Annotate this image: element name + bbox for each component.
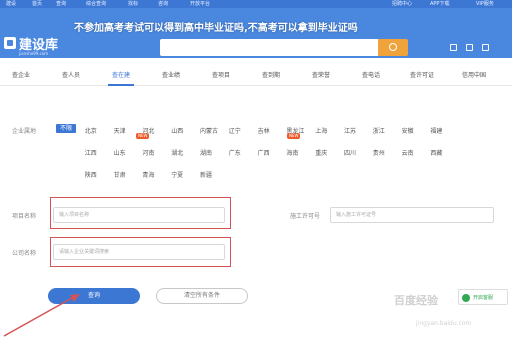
- region-option[interactable]: 陕西: [85, 170, 97, 179]
- chat-icon: [462, 294, 470, 302]
- region-option[interactable]: 四川: [344, 148, 356, 157]
- region-option[interactable]: 广西: [258, 148, 270, 157]
- nav-item[interactable]: 查企业: [12, 70, 30, 79]
- nav-item[interactable]: 查许可证: [410, 70, 434, 79]
- region-option[interactable]: 湖南: [200, 148, 212, 157]
- region-option[interactable]: 黑龙江: [286, 126, 304, 135]
- util-link[interactable]: 咨询: [158, 0, 168, 8]
- util-link[interactable]: 建设: [6, 0, 16, 8]
- util-link[interactable]: 招聘中心: [392, 0, 412, 8]
- site-logo-sub: jianshe99.com: [19, 51, 49, 56]
- nav-item[interactable]: 查人员: [62, 70, 80, 79]
- region-option[interactable]: 江西: [85, 148, 97, 157]
- main-nav: 查企业 查人员 查在建 NEW 查业绩 查项目 查到期 NEW 查荣誉 查电话 …: [0, 66, 512, 139]
- region-option[interactable]: 贵州: [373, 148, 385, 157]
- message-icon[interactable]: [466, 44, 473, 51]
- support-label: 开启客服: [473, 295, 494, 301]
- nav-item[interactable]: 查项目: [212, 70, 230, 79]
- region-option[interactable]: 河北: [142, 126, 154, 135]
- nav-item[interactable]: 查到期: [262, 70, 280, 79]
- permit-label: 施工许可号: [290, 213, 321, 220]
- region-option[interactable]: 辽宁: [229, 126, 241, 135]
- search-button[interactable]: [378, 39, 408, 56]
- user-icon[interactable]: [450, 44, 457, 51]
- region-option[interactable]: 天津: [114, 126, 126, 135]
- region-option[interactable]: 青海: [142, 170, 154, 179]
- nav-item[interactable]: 查电话: [362, 70, 380, 79]
- region-option[interactable]: 宁夏: [171, 170, 183, 179]
- util-link[interactable]: 首页: [32, 0, 42, 8]
- watermark: 百度经验: [394, 294, 438, 307]
- region-option[interactable]: 安徽: [402, 126, 414, 135]
- reset-button[interactable]: 清空所有条件: [156, 288, 248, 304]
- highlight-box: [50, 237, 231, 267]
- project-name-label: 项目名称: [12, 213, 37, 220]
- util-link[interactable]: 综合查询: [86, 0, 106, 8]
- util-link[interactable]: VIP服务: [476, 0, 494, 8]
- pointer-arrow-icon: [3, 294, 80, 337]
- region-option[interactable]: 重庆: [315, 148, 327, 157]
- region-option[interactable]: 广东: [229, 148, 241, 157]
- region-option[interactable]: 甘肃: [114, 170, 126, 179]
- util-link[interactable]: 找标: [128, 0, 138, 8]
- menu-icon[interactable]: [482, 44, 489, 51]
- util-link[interactable]: 开放平台: [190, 0, 210, 8]
- permit-input[interactable]: 输入施工许可证号: [330, 207, 494, 223]
- company-label: 公司名称: [12, 250, 37, 257]
- region-option[interactable]: 山西: [171, 126, 183, 135]
- nav-item[interactable]: 查荣誉: [312, 70, 330, 79]
- region-option[interactable]: 福建: [430, 126, 442, 135]
- search-input[interactable]: [160, 39, 380, 56]
- highlight-box: [50, 197, 231, 229]
- region-option[interactable]: 湖北: [171, 148, 183, 157]
- util-link[interactable]: APP下载: [430, 0, 449, 8]
- region-option[interactable]: 吉林: [258, 126, 270, 135]
- region-option[interactable]: 新疆: [200, 170, 212, 179]
- region-option[interactable]: 西藏: [430, 148, 442, 157]
- region-option[interactable]: 不限: [56, 124, 77, 133]
- nav-item[interactable]: 查业绩: [162, 70, 180, 79]
- nav-item[interactable]: 信用中国: [462, 70, 486, 79]
- region-option[interactable]: 内蒙古: [200, 126, 218, 135]
- support-widget[interactable]: 开启客服: [458, 289, 508, 305]
- region-option[interactable]: 河南: [142, 148, 154, 157]
- utility-bar: 建设 首页 查询 综合查询 找标 咨询 开放平台 招聘中心 APP下载 VIP服…: [0, 0, 512, 8]
- region-option[interactable]: 江苏: [344, 126, 356, 135]
- region-option[interactable]: 海南: [286, 148, 298, 157]
- overlay-title: 不参加高考考试可以得到高中毕业证吗,不高考可以拿到毕业证吗: [74, 23, 358, 34]
- logo-icon[interactable]: [4, 37, 16, 49]
- nav-item-active[interactable]: 查在建: [107, 70, 135, 86]
- region-option[interactable]: 北京: [85, 126, 97, 135]
- util-link[interactable]: 查询: [56, 0, 66, 8]
- region-label: 企业属地: [12, 128, 37, 135]
- region-option[interactable]: 上海: [315, 126, 327, 135]
- region-option[interactable]: 山东: [114, 148, 126, 157]
- watermark-sub: jingyan.baidu.com: [416, 320, 472, 327]
- region-option[interactable]: 浙江: [373, 126, 385, 135]
- region-option[interactable]: 云南: [402, 148, 414, 157]
